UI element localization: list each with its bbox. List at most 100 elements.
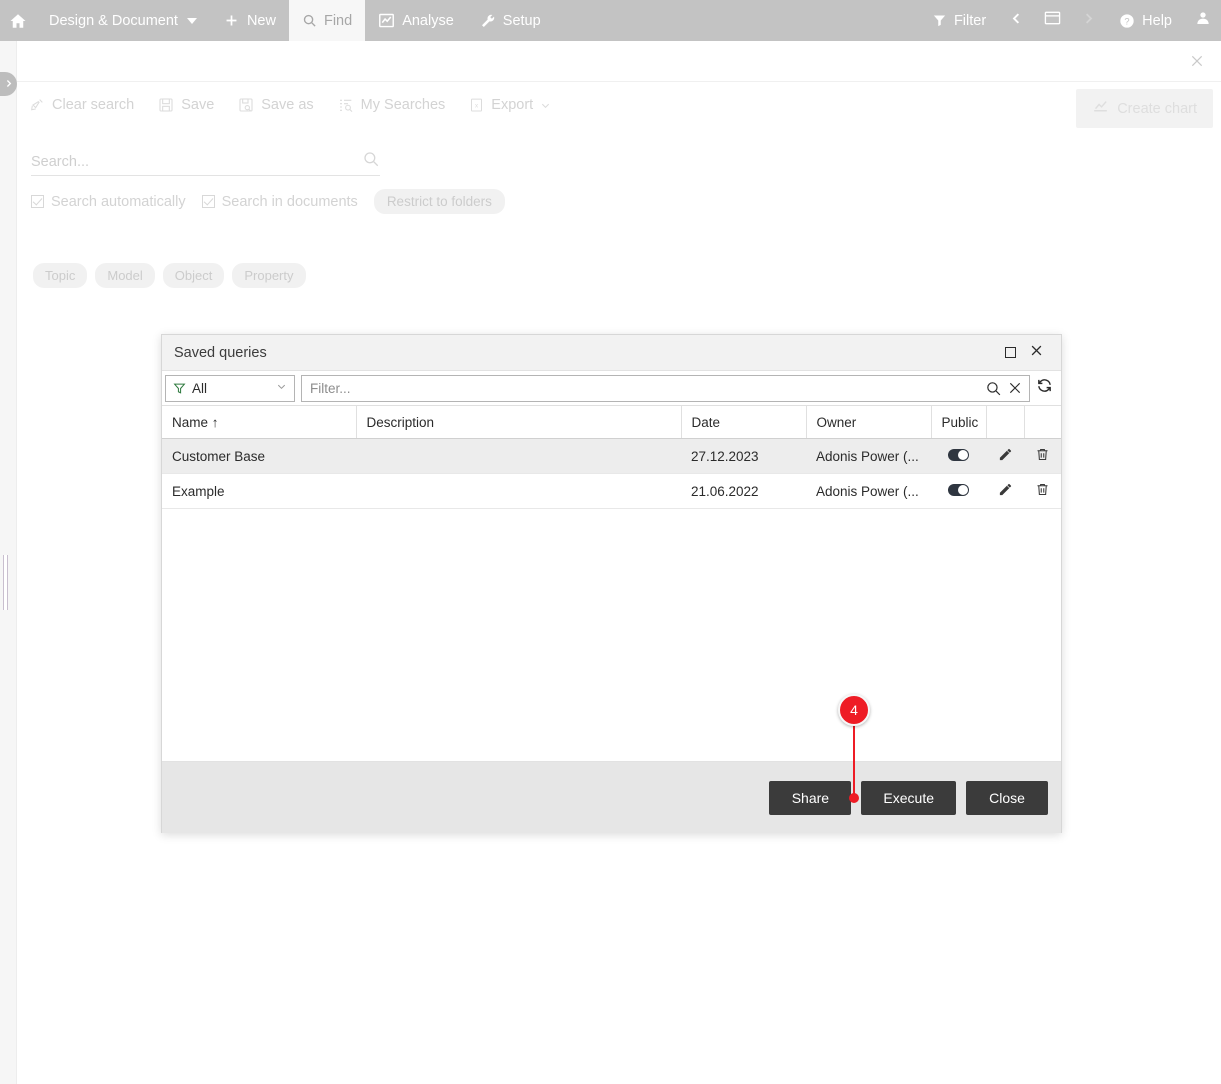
filter-label: Filter — [953, 12, 987, 29]
user-menu-button[interactable] — [1185, 0, 1221, 41]
clear-filter-icon[interactable] — [1007, 380, 1023, 396]
checkbox-icon — [31, 195, 44, 208]
cell-public-toggle[interactable] — [931, 438, 986, 474]
nav-item-new[interactable]: New — [210, 0, 289, 41]
annotation-pointer-line — [853, 719, 855, 799]
sidebar-expand-button[interactable] — [0, 72, 17, 96]
dialog-close-button[interactable] — [1023, 340, 1049, 366]
save-as-icon — [238, 97, 254, 113]
search-icon — [302, 13, 317, 28]
table-row[interactable]: Example 21.06.2022 Adonis Power (... — [162, 473, 1061, 509]
home-icon — [9, 12, 27, 30]
saved-queries-dialog: Saved queries All Filter... Name ↑ Descr… — [161, 334, 1062, 833]
panel-resize-handle[interactable] — [3, 555, 8, 610]
sort-ascending-icon: ↑ — [211, 414, 219, 430]
save-button[interactable]: Save — [146, 97, 226, 113]
create-chart-button[interactable]: Create chart — [1076, 89, 1213, 128]
close-icon — [1189, 53, 1205, 73]
save-as-button[interactable]: Save as — [226, 97, 325, 113]
help-button[interactable]: ? Help — [1106, 0, 1185, 41]
export-button[interactable]: x Export — [457, 97, 563, 113]
dialog-title: Saved queries — [174, 344, 267, 361]
window-button[interactable] — [1034, 0, 1071, 41]
filter-input[interactable]: Filter... — [301, 374, 1030, 402]
scope-pill-model[interactable]: Model — [95, 263, 155, 288]
column-header-delete — [1024, 405, 1061, 439]
export-label: Export — [491, 97, 534, 113]
maximize-icon — [1004, 347, 1016, 358]
chevron-left-icon — [1009, 11, 1024, 31]
chevron-down-icon — [276, 381, 287, 395]
column-header-description[interactable]: Description — [356, 405, 682, 439]
search-input-placeholder: Search... — [31, 153, 90, 170]
cell-delete[interactable] — [1024, 438, 1061, 474]
trash-icon[interactable] — [1035, 447, 1050, 462]
table-row[interactable]: Customer Base 27.12.2023 Adonis Power (.… — [162, 438, 1061, 474]
close-button[interactable]: Close — [966, 780, 1048, 815]
column-header-public[interactable]: Public — [931, 405, 987, 439]
checkbox-search-automatically[interactable]: Search automatically — [31, 194, 186, 210]
home-button[interactable] — [0, 0, 36, 41]
scope-pill-property[interactable]: Property — [232, 263, 306, 288]
cell-description — [356, 438, 681, 474]
restrict-to-folders-button[interactable]: Restrict to folders — [373, 189, 505, 214]
chart-line-icon — [378, 12, 395, 29]
floppy-disk-icon — [158, 97, 174, 113]
checkbox-search-in-documents[interactable]: Search in documents — [201, 194, 358, 210]
pencil-icon[interactable] — [998, 482, 1013, 497]
execute-button[interactable]: Execute — [861, 780, 956, 815]
broom-icon — [29, 97, 45, 113]
filter-button[interactable]: Filter — [919, 0, 999, 41]
query-type-select[interactable]: All — [165, 374, 295, 402]
back-button[interactable] — [999, 0, 1034, 41]
search-icon[interactable] — [985, 380, 1002, 397]
column-header-edit — [986, 405, 1025, 439]
my-searches-label: My Searches — [360, 97, 446, 113]
nav-item-analyse[interactable]: Analyse — [365, 0, 467, 41]
search-icon[interactable] — [362, 150, 380, 173]
public-toggle[interactable] — [948, 483, 969, 496]
nav-label-new: New — [246, 12, 276, 29]
chevron-right-icon — [4, 78, 13, 90]
dialog-title-bar: Saved queries — [162, 335, 1061, 371]
scope-pill-topic[interactable]: Topic — [33, 263, 88, 288]
question-circle-icon: ? — [1119, 13, 1135, 29]
close-view-button[interactable] — [1183, 49, 1211, 77]
user-icon — [1195, 10, 1211, 31]
cell-delete[interactable] — [1024, 473, 1061, 509]
clear-search-button[interactable]: Clear search — [17, 97, 146, 113]
app-menu-label: Design & Document — [49, 12, 178, 29]
save-label: Save — [181, 97, 215, 113]
my-searches-button[interactable]: My Searches — [326, 97, 458, 113]
svg-text:?: ? — [1125, 16, 1130, 26]
cell-public-toggle[interactable] — [931, 473, 986, 509]
pencil-icon[interactable] — [998, 447, 1013, 462]
wrench-icon — [480, 13, 496, 29]
column-header-owner[interactable]: Owner — [806, 405, 932, 439]
export-icon: x — [469, 97, 484, 113]
nav-label-find: Find — [323, 12, 353, 29]
search-toolbar: Clear search Save Save as My Searches x … — [17, 86, 563, 124]
app-menu-design-document[interactable]: Design & Document — [36, 0, 210, 41]
cell-edit[interactable] — [986, 473, 1024, 509]
column-header-date[interactable]: Date — [681, 405, 807, 439]
column-header-name[interactable]: Name ↑ — [162, 405, 357, 439]
search-input[interactable]: Search... — [31, 148, 380, 176]
nav-item-setup[interactable]: Setup — [467, 0, 554, 41]
dialog-maximize-button[interactable] — [997, 340, 1023, 366]
public-toggle[interactable] — [948, 448, 969, 461]
toolbar-divider — [17, 81, 1221, 82]
trash-icon[interactable] — [1035, 482, 1050, 497]
plus-icon — [223, 12, 240, 29]
chevron-down-icon — [186, 17, 197, 24]
cell-date: 21.06.2022 — [681, 473, 806, 509]
nav-item-find[interactable]: Find — [288, 0, 366, 41]
column-label: Name — [172, 414, 209, 430]
funnel-icon — [173, 382, 186, 395]
cell-edit[interactable] — [986, 438, 1024, 474]
refresh-button[interactable] — [1036, 377, 1055, 399]
scope-pill-object[interactable]: Object — [162, 263, 225, 288]
checkbox-label: Search automatically — [51, 193, 186, 210]
forward-button[interactable] — [1071, 0, 1106, 41]
share-button[interactable]: Share — [769, 780, 852, 815]
